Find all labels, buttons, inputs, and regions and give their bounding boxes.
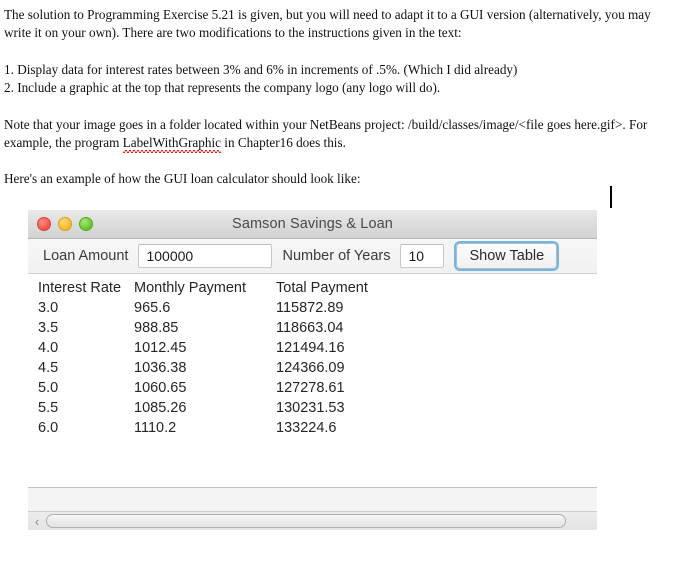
paragraph-mod-2: 2. Include a graphic at the top that rep… [4,80,441,96]
cell-monthly-payment: 988.85 [134,320,179,336]
window-title: Samson Savings & Loan [232,216,393,232]
cell-interest-rate: 3.5 [38,320,59,336]
cell-total-payment: 130231.53 [276,400,345,416]
cell-total-payment: 118663.04 [276,320,344,336]
zoom-button-icon[interactable] [79,217,93,231]
table-row: 5.0 1060.65 127278.61 [38,378,426,398]
paragraph-intro: The solution to Programming Exercise 5.2… [4,7,651,41]
cell-monthly-payment: 1110.2 [134,420,177,436]
cell-interest-rate: 4.5 [38,360,59,376]
close-button-icon[interactable] [37,217,51,231]
loan-table: Interest Rate Monthly Payment Total Paym… [38,280,426,438]
misspelled-word: LabelWithGraphic [122,134,222,154]
number-of-years-label: Number of Years [282,248,391,264]
column-header-interest-rate: Interest Rate [38,280,122,296]
scrollbar-thumb[interactable] [46,514,566,528]
cell-monthly-payment: 1085.26 [134,400,187,416]
cell-monthly-payment: 965.6 [134,300,171,316]
input-toolbar: Loan Amount Number of Years Show Table [28,239,597,274]
table-row: 6.0 1110.2 133224.6 [38,418,426,438]
loan-amount-label: Loan Amount [43,248,129,264]
table-body: 3.0 965.6 115872.89 3.5 988.85 118663.04… [38,298,426,438]
cell-interest-rate: 3.0 [38,300,59,316]
cell-interest-rate: 4.0 [38,340,59,356]
loan-table-area: Interest Rate Monthly Payment Total Paym… [28,274,597,470]
minimize-button-icon[interactable] [58,217,72,231]
cell-monthly-payment: 1060.65 [134,380,187,396]
cell-total-payment: 124366.09 [276,360,345,376]
cell-monthly-payment: 1036.38 [134,360,187,376]
table-row: 4.0 1012.45 121494.16 [38,338,426,358]
paragraph-example: Here's an example of how the GUI loan ca… [4,171,361,187]
number-of-years-input[interactable] [400,244,445,268]
window-bottom-panel: ‹ [28,487,597,530]
note-text-after: in Chapter16 does this. [221,135,346,151]
table-row: 3.0 965.6 115872.89 [38,298,426,318]
loan-calculator-window: Samson Savings & Loan Loan Amount Number… [28,210,597,530]
cell-total-payment: 127278.61 [276,380,345,396]
table-row: 4.5 1036.38 124366.09 [38,358,426,378]
cell-total-payment: 133224.6 [276,420,337,436]
table-row: 3.5 988.85 118663.04 [38,318,426,338]
cell-interest-rate: 5.0 [38,380,59,396]
paragraph-mod-1: 1. Display data for interest rates betwe… [4,61,518,77]
column-header-monthly-payment: Monthly Payment [134,280,247,296]
horizontal-scrollbar[interactable]: ‹ [28,511,597,530]
cell-interest-rate: 5.5 [38,400,59,416]
window-titlebar[interactable]: Samson Savings & Loan [28,210,597,239]
cell-total-payment: 115872.89 [276,300,344,316]
table-header-row: Interest Rate Monthly Payment Total Paym… [38,280,426,298]
scrollbar-track[interactable] [46,512,597,530]
text-caret [610,186,612,208]
loan-amount-input[interactable] [138,244,273,268]
show-table-button[interactable]: Show Table [456,243,558,269]
column-header-total-payment: Total Payment [276,280,368,296]
window-controls [37,217,93,231]
scroll-left-arrow-icon[interactable]: ‹ [28,512,46,530]
document-text: The solution to Programming Exercise 5.2… [4,6,664,189]
cell-total-payment: 121494.16 [276,340,345,356]
cell-monthly-payment: 1012.45 [134,340,187,356]
paragraph-note: Note that your image goes in a folder lo… [4,116,664,154]
cell-interest-rate: 6.0 [38,420,59,436]
table-row: 5.5 1085.26 130231.53 [38,398,426,418]
